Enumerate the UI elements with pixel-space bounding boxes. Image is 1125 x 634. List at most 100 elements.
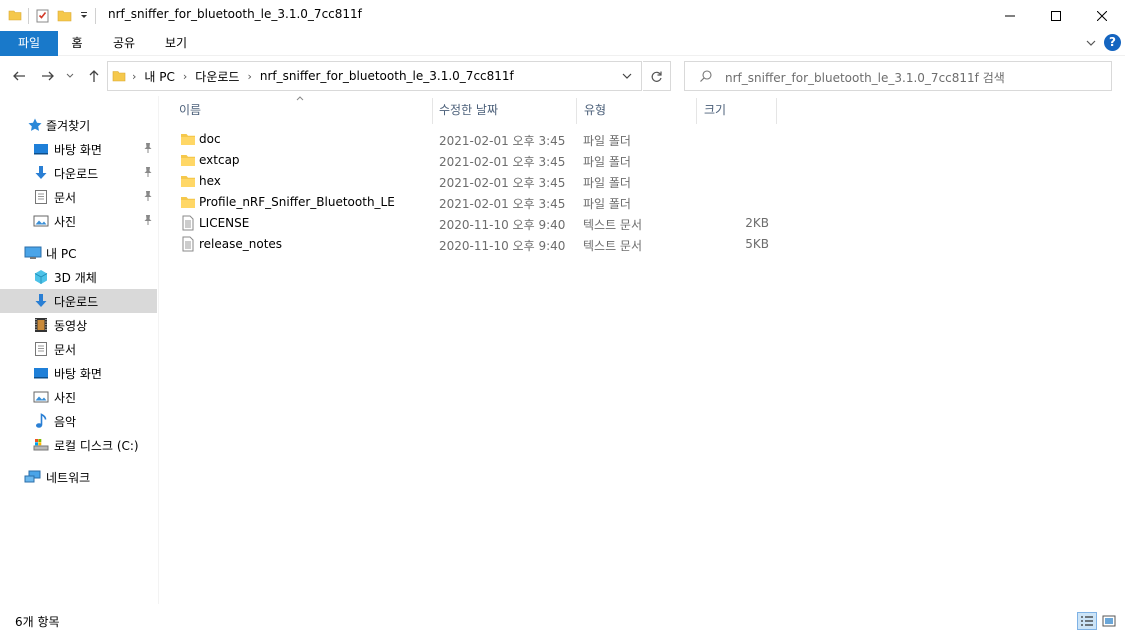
sidebar-item-3d-objects[interactable]: 3D 개체 bbox=[0, 265, 157, 289]
properties-icon[interactable] bbox=[35, 7, 51, 26]
desktop-icon bbox=[33, 365, 49, 381]
file-name: doc bbox=[199, 132, 221, 146]
customize-toolbar-icon[interactable] bbox=[79, 9, 89, 23]
tab-share[interactable]: 공유 bbox=[100, 31, 148, 56]
pictures-icon bbox=[33, 389, 49, 405]
sidebar-item-quick-access[interactable]: 즐겨찾기 bbox=[0, 113, 157, 137]
close-button[interactable] bbox=[1079, 0, 1125, 31]
column-divider[interactable] bbox=[696, 98, 697, 124]
folder-icon bbox=[180, 194, 196, 210]
file-name: LICENSE bbox=[199, 216, 250, 230]
sidebar-item-this-pc[interactable]: 내 PC bbox=[0, 241, 157, 265]
tab-file[interactable]: 파일 bbox=[0, 31, 58, 56]
file-row[interactable]: doc 2021-02-01 오후 3:45 파일 폴더 bbox=[172, 129, 776, 150]
status-bar: 6개 항목 bbox=[0, 606, 1125, 634]
chevron-right-icon[interactable]: › bbox=[183, 70, 187, 83]
search-icon bbox=[699, 69, 713, 86]
sidebar-item-music[interactable]: 음악 bbox=[0, 409, 157, 433]
sidebar-item-label: 음악 bbox=[54, 415, 77, 429]
sidebar-item-desktop[interactable]: 바탕 화면 bbox=[0, 361, 157, 385]
up-button[interactable] bbox=[83, 65, 105, 87]
arrow-left-icon bbox=[13, 71, 25, 81]
item-count: 6개 항목 bbox=[15, 615, 60, 629]
sidebar-item-label: 바탕 화면 bbox=[54, 143, 102, 157]
drive-icon bbox=[33, 437, 49, 453]
pane-divider[interactable] bbox=[158, 96, 159, 604]
column-header-size[interactable]: 크기 bbox=[704, 101, 726, 121]
sidebar-item-documents-pinned[interactable]: 문서 bbox=[0, 185, 157, 209]
maximize-button[interactable] bbox=[1033, 0, 1079, 31]
title-bar: nrf_sniffer_for_bluetooth_le_3.1.0_7cc81… bbox=[0, 0, 1125, 31]
refresh-icon bbox=[651, 71, 662, 82]
column-header-type[interactable]: 유형 bbox=[584, 101, 606, 121]
download-arrow-icon bbox=[33, 293, 49, 309]
sidebar-item-videos[interactable]: 동영상 bbox=[0, 313, 157, 337]
pin-icon[interactable] bbox=[143, 166, 153, 181]
file-row[interactable]: release_notes 2020-11-10 오후 9:40 텍스트 문서 … bbox=[172, 234, 776, 255]
arrow-right-icon bbox=[42, 71, 54, 81]
chevron-right-icon[interactable]: › bbox=[132, 70, 136, 83]
breadcrumb-this-pc[interactable]: 내 PC bbox=[144, 68, 174, 85]
divider bbox=[95, 8, 96, 24]
file-row[interactable]: LICENSE 2020-11-10 오후 9:40 텍스트 문서 2KB bbox=[172, 213, 776, 234]
file-size: 5KB bbox=[745, 237, 769, 251]
minimize-button[interactable] bbox=[987, 0, 1033, 31]
file-row[interactable]: hex 2021-02-01 오후 3:45 파일 폴더 bbox=[172, 171, 776, 192]
address-bar[interactable]: › 내 PC › 다운로드 › nrf_sniffer_for_bluetoot… bbox=[107, 61, 642, 91]
sidebar-item-network[interactable]: 네트워크 bbox=[0, 465, 157, 489]
forward-button[interactable] bbox=[37, 65, 59, 87]
file-row[interactable]: Profile_nRF_Sniffer_Bluetooth_LE 2021-02… bbox=[172, 192, 776, 213]
search-input[interactable]: nrf_sniffer_for_bluetooth_le_3.1.0_7cc81… bbox=[684, 61, 1112, 91]
file-date: 2021-02-01 오후 3:45 bbox=[439, 155, 566, 169]
sidebar-item-pictures[interactable]: 사진 bbox=[0, 385, 157, 409]
breadcrumb-current-folder[interactable]: nrf_sniffer_for_bluetooth_le_3.1.0_7cc81… bbox=[260, 69, 514, 83]
sidebar-item-desktop-pinned[interactable]: 바탕 화면 bbox=[0, 137, 157, 161]
sidebar-item-label: 즐겨찾기 bbox=[46, 119, 91, 133]
sidebar-item-label: 바탕 화면 bbox=[54, 367, 102, 381]
chevron-down-icon[interactable] bbox=[1084, 36, 1098, 50]
column-header-name[interactable]: 이름 bbox=[179, 101, 201, 121]
file-type: 파일 폴더 bbox=[583, 176, 631, 190]
file-type: 파일 폴더 bbox=[583, 197, 631, 211]
sidebar-item-label: 다운로드 bbox=[54, 295, 99, 309]
details-view-icon bbox=[1081, 616, 1093, 626]
file-type: 파일 폴더 bbox=[583, 134, 631, 148]
chevron-down-icon[interactable] bbox=[621, 70, 633, 85]
back-button[interactable] bbox=[8, 65, 30, 87]
file-row[interactable]: extcap 2021-02-01 오후 3:45 파일 폴더 bbox=[172, 150, 776, 171]
column-divider[interactable] bbox=[776, 98, 777, 124]
chevron-right-icon[interactable]: › bbox=[247, 70, 251, 83]
help-button[interactable]: ? bbox=[1104, 34, 1121, 51]
breadcrumb-downloads[interactable]: 다운로드 bbox=[195, 68, 239, 85]
recent-locations-button[interactable] bbox=[62, 65, 78, 87]
column-header-date[interactable]: 수정한 날짜 bbox=[439, 101, 498, 121]
folder-icon bbox=[180, 131, 196, 147]
column-divider[interactable] bbox=[576, 98, 577, 124]
sidebar-item-downloads-pinned[interactable]: 다운로드 bbox=[0, 161, 157, 185]
file-name: release_notes bbox=[199, 237, 283, 251]
sidebar-item-downloads[interactable]: 다운로드 bbox=[0, 289, 157, 313]
tab-home[interactable]: 홈 bbox=[58, 31, 96, 56]
file-type: 텍스트 문서 bbox=[583, 218, 643, 232]
refresh-button[interactable] bbox=[643, 61, 671, 91]
file-type: 텍스트 문서 bbox=[583, 239, 643, 253]
folder-icon bbox=[180, 173, 196, 189]
tab-view[interactable]: 보기 bbox=[152, 31, 200, 56]
large-icons-view-button[interactable] bbox=[1099, 612, 1119, 630]
sidebar-item-local-disk[interactable]: 로컬 디스크 (C:) bbox=[0, 433, 157, 457]
details-view-button[interactable] bbox=[1077, 612, 1097, 630]
sidebar-item-label: 로컬 디스크 (C:) bbox=[54, 439, 139, 453]
large-icons-view-icon bbox=[1102, 615, 1116, 627]
navigation-pane: 즐겨찾기 바탕 화면 다운로드 문서 사진 내 PC 3D 개체 다운로드 동영… bbox=[0, 96, 158, 604]
arrow-up-icon bbox=[89, 70, 99, 82]
pin-icon[interactable] bbox=[143, 142, 153, 157]
sidebar-item-pictures-pinned[interactable]: 사진 bbox=[0, 209, 157, 233]
pin-icon[interactable] bbox=[143, 214, 153, 229]
sidebar-item-documents[interactable]: 문서 bbox=[0, 337, 157, 361]
column-divider[interactable] bbox=[432, 98, 433, 124]
film-icon bbox=[33, 317, 49, 333]
pin-icon[interactable] bbox=[143, 190, 153, 205]
computer-icon bbox=[24, 245, 42, 261]
new-folder-icon[interactable] bbox=[57, 7, 73, 26]
window-title: nrf_sniffer_for_bluetooth_le_3.1.0_7cc81… bbox=[108, 7, 362, 21]
